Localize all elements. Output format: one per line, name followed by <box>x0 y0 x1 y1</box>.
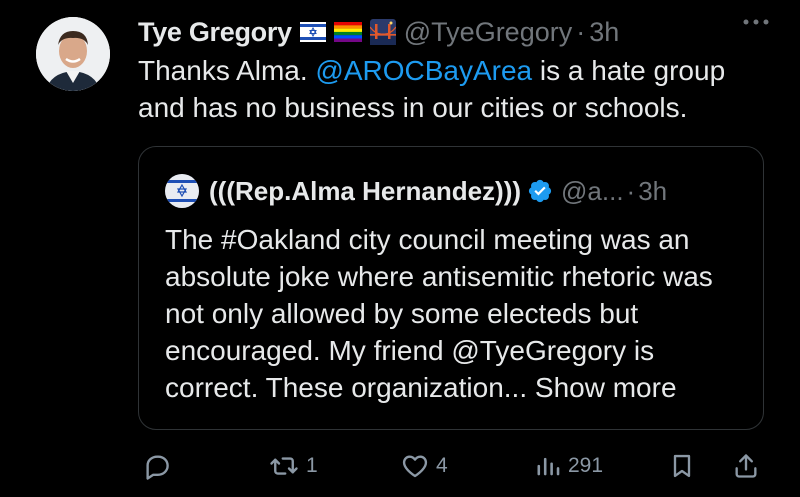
mention-link[interactable]: @AROCBayArea <box>315 55 532 86</box>
views-icon <box>534 451 562 481</box>
tweet-text-start: Thanks Alma. <box>138 55 316 86</box>
views-count: 291 <box>568 454 604 477</box>
action-bar: 1 4 291 <box>138 448 768 484</box>
more-options-icon[interactable] <box>742 18 770 26</box>
show-more-link[interactable]: Show more <box>535 372 677 403</box>
golden-gate-bridge-icon <box>369 19 396 45</box>
quoted-separator: · <box>626 175 636 206</box>
quoted-tweet[interactable]: (((Rep.Alma Hernandez))) @a... · 3h The … <box>138 146 764 430</box>
quoted-handle[interactable]: @a... <box>561 176 624 207</box>
tweet: Tye Gregory @TyeGregory · 3h Thanks Alma… <box>0 0 800 497</box>
quoted-display-name[interactable]: (((Rep.Alma Hernandez))) <box>209 176 521 207</box>
quoted-timestamp[interactable]: 3h <box>638 176 667 207</box>
quoted-avatar <box>165 174 199 208</box>
reply-icon <box>142 451 172 481</box>
rainbow-flag-icon <box>333 22 362 42</box>
share-button[interactable] <box>732 448 760 484</box>
retweet-button[interactable]: 1 <box>268 448 318 484</box>
like-button[interactable]: 4 <box>400 448 448 484</box>
heart-icon <box>400 451 430 481</box>
israel-flag-icon <box>299 22 326 42</box>
quoted-tweet-header: (((Rep.Alma Hernandez))) @a... · 3h <box>165 173 743 209</box>
retweet-icon <box>268 451 300 481</box>
like-count: 4 <box>436 454 448 477</box>
tweet-header: Tye Gregory @TyeGregory · 3h <box>138 12 770 52</box>
views-button[interactable]: 291 <box>534 448 603 484</box>
timestamp[interactable]: 3h <box>589 17 619 48</box>
bookmark-button[interactable] <box>668 448 696 484</box>
retweet-count: 1 <box>306 454 318 477</box>
bookmark-icon <box>668 451 696 481</box>
share-icon <box>732 451 760 481</box>
tweet-text: Thanks Alma. @AROCBayArea is a hate grou… <box>138 52 768 126</box>
author-handle[interactable]: @TyeGregory <box>404 17 572 48</box>
separator: · <box>576 16 586 47</box>
verified-badge-icon <box>527 178 553 204</box>
quoted-tweet-text: The #Oakland city council meeting was an… <box>165 221 755 406</box>
author-display-name[interactable]: Tye Gregory <box>138 17 292 48</box>
avatar[interactable] <box>36 17 110 91</box>
reply-button[interactable] <box>142 448 178 484</box>
